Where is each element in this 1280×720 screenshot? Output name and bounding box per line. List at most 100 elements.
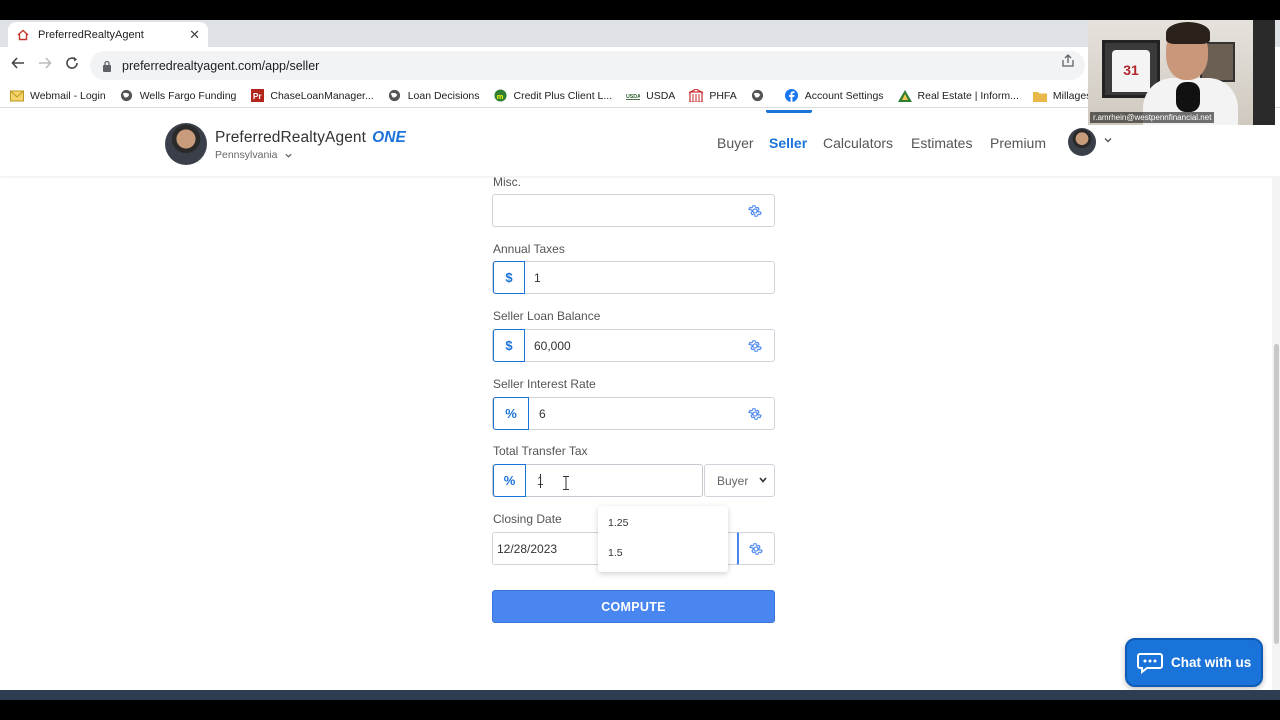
transfer-tax-field[interactable]: % 1 <box>492 464 703 497</box>
presenter-hair <box>1166 22 1210 44</box>
loan-balance-value: 60,000 <box>534 339 571 353</box>
interest-rate-value: 6 <box>539 407 546 421</box>
compute-button[interactable]: COMPUTE <box>492 590 775 623</box>
nav-buyer[interactable]: Buyer <box>717 135 754 151</box>
bookmark-item[interactable]: Account Settings <box>785 89 884 103</box>
svg-text:USDA: USDA <box>626 93 640 99</box>
bookmark-label: ChaseLoanManager... <box>270 89 374 102</box>
transfer-tax-payer-select[interactable]: Buyer <box>704 464 775 497</box>
usda-icon: USDA <box>626 89 641 103</box>
suggestion-option[interactable]: 1.25 <box>608 517 628 529</box>
percent-addon: % <box>493 397 529 430</box>
nav-seller[interactable]: Seller <box>769 135 807 151</box>
interest-rate-label: Seller Interest Rate <box>493 377 596 391</box>
bookmark-item[interactable] <box>751 89 771 103</box>
brand-name[interactable]: PreferredRealtyAgent ONE <box>215 129 406 147</box>
bookmark-label: Real Estate | Inform... <box>917 89 1019 102</box>
bookmark-label: Wells Fargo Funding <box>139 89 237 102</box>
address-bar[interactable]: preferredrealtyagent.com/app/seller <box>90 51 1085 80</box>
percent-addon: % <box>493 464 526 497</box>
brand-text: PreferredRealtyAgent <box>215 129 367 146</box>
bookmark-label: Account Settings <box>804 89 884 102</box>
brand-suffix: ONE <box>372 129 406 146</box>
house-icon <box>16 28 30 42</box>
chevron-down-icon <box>759 477 767 483</box>
tab-title: PreferredRealtyAgent <box>38 28 144 41</box>
bookmark-item[interactable]: Wells Fargo Funding <box>120 89 237 103</box>
text-caret <box>540 474 541 488</box>
bottom-letterbox <box>0 700 1280 720</box>
pr-icon: Pr <box>250 89 264 103</box>
back-arrow-icon[interactable] <box>11 56 25 74</box>
nav-estimates[interactable]: Estimates <box>911 135 972 151</box>
loan-balance-field[interactable]: $ 60,000 <box>492 329 775 362</box>
dollar-addon: $ <box>493 329 525 362</box>
misc-label-text: Misc. <box>493 175 521 186</box>
webcam-edge <box>1253 20 1275 125</box>
user-avatar[interactable] <box>1068 128 1096 156</box>
brand-avatar <box>165 123 207 165</box>
url-text: preferredrealtyagent.com/app/seller <box>122 58 320 73</box>
nav-premium[interactable]: Premium <box>990 135 1046 151</box>
bookmark-item[interactable]: Pr ChaseLoanManager... <box>250 89 374 103</box>
page-footer <box>0 690 1280 700</box>
webcam-overlay: 31 r.amrhein@westpennfinancial.net <box>1088 20 1275 125</box>
svg-text:m: m <box>497 92 504 101</box>
globe-icon <box>120 89 134 103</box>
bookmark-item[interactable]: Webmail - Login <box>10 89 106 103</box>
state-label: Pennsylvania <box>215 149 278 161</box>
closing-date-value: 12/28/2023 <box>497 542 558 556</box>
page-scrollbar[interactable] <box>1272 176 1280 690</box>
forward-arrow-icon[interactable] <box>38 56 52 74</box>
bookmark-item[interactable]: Loan Decisions <box>388 89 480 103</box>
chat-bubble-icon <box>1137 652 1163 674</box>
annual-taxes-field[interactable]: $ 1 <box>492 261 775 294</box>
mail-icon <box>10 89 24 103</box>
chevron-down-icon <box>285 153 293 158</box>
ibeam-cursor-icon <box>563 476 569 490</box>
gear-icon[interactable] <box>748 204 762 218</box>
transfer-tax-label: Total Transfer Tax <box>493 444 588 458</box>
state-selector[interactable]: Pennsylvania <box>215 149 293 161</box>
chevron-down-icon[interactable] <box>1103 135 1113 145</box>
bookmark-item[interactable]: USDA USDA <box>626 89 675 103</box>
loan-balance-label: Seller Loan Balance <box>493 309 601 323</box>
bookmark-item[interactable]: m Credit Plus Client L... <box>494 89 612 103</box>
gear-icon[interactable] <box>749 542 763 556</box>
scrollbar-thumb[interactable] <box>1274 344 1279 644</box>
facebook-icon <box>785 89 799 103</box>
bookmark-item[interactable]: Real Estate | Inform... <box>897 89 1019 103</box>
jersey: 31 <box>1112 50 1150 92</box>
globe-icon <box>388 89 402 103</box>
interest-rate-field[interactable]: % 6 <box>492 397 775 430</box>
misc-field[interactable] <box>492 194 775 227</box>
globe-icon <box>751 89 765 103</box>
reload-icon[interactable] <box>65 56 79 74</box>
gear-icon[interactable] <box>748 339 762 353</box>
nav-calculators[interactable]: Calculators <box>823 135 893 151</box>
dollar-addon: $ <box>493 261 525 294</box>
microphone-icon <box>1176 82 1200 112</box>
presenter-email: r.amrhein@westpennfinancial.net <box>1090 112 1215 123</box>
triangle-icon <box>897 89 912 103</box>
annual-taxes-value: 1 <box>534 271 541 285</box>
closing-date-label: Closing Date <box>493 512 562 526</box>
svg-text:Pr: Pr <box>253 91 263 101</box>
suggestion-option[interactable]: 1.5 <box>608 547 623 559</box>
share-icon[interactable] <box>1061 54 1075 68</box>
bookmark-label: Loan Decisions <box>407 89 480 102</box>
bookmark-label: PHFA <box>709 89 737 102</box>
chat-with-us-button[interactable]: Chat with us <box>1125 638 1263 687</box>
chat-label: Chat with us <box>1171 655 1252 670</box>
gear-icon[interactable] <box>748 407 762 421</box>
closing-date-gear-box[interactable] <box>737 532 775 565</box>
close-tab-icon[interactable]: ✕ <box>189 27 200 43</box>
bookmark-label: Webmail - Login <box>30 89 106 102</box>
top-letterbox <box>0 0 1280 20</box>
browser-tab[interactable]: PreferredRealtyAgent ✕ <box>8 22 208 47</box>
folder-icon <box>1032 89 1047 103</box>
m-icon: m <box>494 89 508 103</box>
active-nav-indicator <box>766 110 812 113</box>
misc-label: Misc. <box>493 174 521 186</box>
bookmark-item[interactable]: PHFA <box>689 89 737 103</box>
